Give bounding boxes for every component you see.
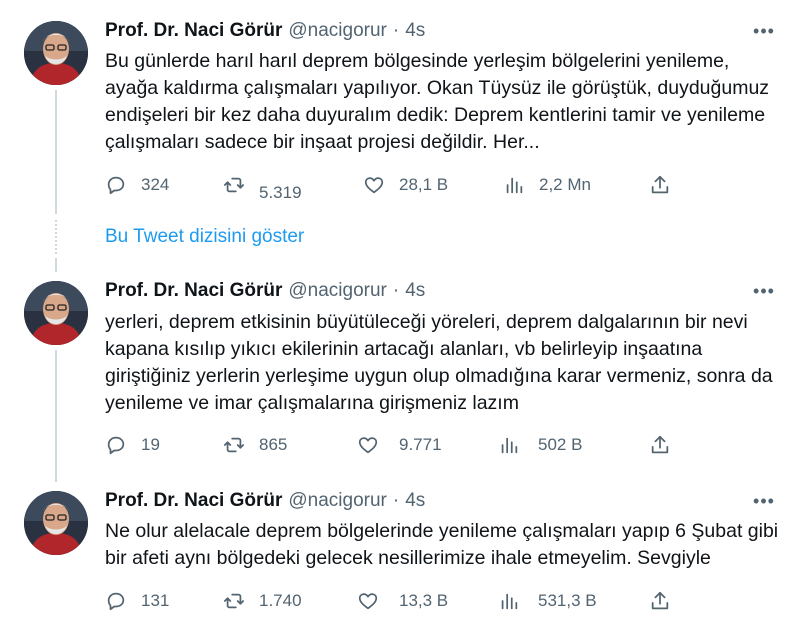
views-button[interactable]: 531,3 B bbox=[498, 589, 597, 613]
reply-count: 19 bbox=[141, 435, 160, 454]
author-name[interactable]: Prof. Dr. Naci Görür bbox=[105, 280, 282, 302]
views-icon bbox=[501, 437, 518, 454]
views-icon bbox=[506, 177, 523, 194]
thread-connector bbox=[55, 258, 57, 272]
share-icon bbox=[651, 435, 669, 454]
like-count: 13,3 B bbox=[399, 591, 449, 610]
views-count: 502 B bbox=[538, 435, 583, 454]
tweet-time[interactable]: 4s bbox=[405, 280, 425, 302]
author-handle[interactable]: @nacigorur bbox=[288, 20, 387, 42]
reply-button[interactable]: 131 bbox=[105, 589, 169, 613]
show-thread-link[interactable]: Bu Tweet dizisini göster bbox=[105, 226, 304, 248]
avatar[interactable] bbox=[24, 281, 88, 345]
tweet-time[interactable]: 4s bbox=[405, 490, 425, 512]
share-button[interactable] bbox=[649, 433, 671, 457]
views-button[interactable]: 2,2 Mn bbox=[503, 173, 591, 197]
like-icon bbox=[364, 177, 384, 194]
avatar[interactable] bbox=[24, 491, 88, 555]
tweet-text: Bu günlerde harıl harıl deprem bölgesind… bbox=[105, 50, 770, 153]
reply-button[interactable]: 324 bbox=[105, 173, 169, 197]
more-horizontal-icon[interactable]: ••• bbox=[750, 488, 778, 514]
tweet[interactable]: Prof. Dr. Naci Görür @nacigorur · 4s •••… bbox=[0, 18, 802, 218]
reply-button[interactable]: 19 bbox=[105, 433, 160, 457]
views-count: 531,3 B bbox=[538, 591, 597, 610]
retweet-icon bbox=[223, 177, 245, 193]
like-icon bbox=[358, 437, 378, 454]
reply-icon bbox=[107, 592, 125, 611]
reply-count: 324 bbox=[141, 175, 170, 194]
separator-dot: · bbox=[392, 20, 400, 41]
like-count: 28,1 B bbox=[399, 175, 449, 194]
tweet-header: Prof. Dr. Naci Görür @nacigorur · 4s bbox=[105, 278, 425, 304]
retweet-icon bbox=[223, 593, 245, 609]
more-horizontal-icon[interactable]: ••• bbox=[750, 278, 778, 304]
like-button[interactable]: 28,1 B bbox=[363, 173, 448, 197]
like-icon bbox=[358, 593, 378, 610]
like-count: 9.771 bbox=[399, 435, 442, 454]
reply-icon bbox=[107, 436, 125, 455]
retweet-button[interactable]: 5.319 bbox=[223, 173, 302, 202]
avatar[interactable] bbox=[24, 21, 88, 85]
retweet-icon bbox=[223, 437, 245, 453]
reply-count: 131 bbox=[141, 591, 170, 610]
like-button[interactable]: 9.771 bbox=[357, 433, 442, 457]
tweet[interactable]: Prof. Dr. Naci Görür @nacigorur · 4s •••… bbox=[0, 488, 802, 628]
author-handle[interactable]: @nacigorur bbox=[288, 280, 387, 302]
separator-dot: · bbox=[392, 490, 400, 511]
separator-dot: · bbox=[392, 280, 400, 301]
share-icon bbox=[651, 591, 669, 610]
tweet-actions: 324 5.319 28,1 B 2,2 Mn bbox=[105, 173, 685, 202]
views-icon bbox=[501, 593, 518, 610]
like-button[interactable]: 13,3 B bbox=[357, 589, 448, 613]
reply-icon bbox=[107, 176, 125, 195]
tweet[interactable]: Prof. Dr. Naci Görür @nacigorur · 4s •••… bbox=[0, 278, 802, 473]
retweet-button[interactable]: 865 bbox=[223, 433, 287, 457]
tweet-header: Prof. Dr. Naci Görür @nacigorur · 4s bbox=[105, 488, 425, 514]
share-icon bbox=[651, 175, 669, 194]
views-button[interactable]: 502 B bbox=[498, 433, 582, 457]
share-button[interactable] bbox=[649, 589, 671, 613]
tweet-header: Prof. Dr. Naci Görür @nacigorur · 4s bbox=[105, 18, 425, 44]
tweet-actions: 19 865 9.771 502 B bbox=[105, 433, 685, 457]
tweet-actions: 131 1.740 13,3 B 531,3 B bbox=[105, 589, 685, 613]
author-handle[interactable]: @nacigorur bbox=[288, 490, 387, 512]
retweet-button[interactable]: 1.740 bbox=[223, 589, 302, 613]
tweet-text: yerleri, deprem etkisinin büyütüleceği y… bbox=[105, 311, 773, 414]
author-name[interactable]: Prof. Dr. Naci Görür bbox=[105, 20, 282, 42]
retweet-count: 5.319 bbox=[259, 183, 302, 202]
tweet-text: Ne olur alelacale deprem bölgelerinde ye… bbox=[105, 520, 779, 569]
thread-connector-gap bbox=[55, 220, 57, 254]
retweet-count: 1.740 bbox=[259, 591, 302, 610]
share-button[interactable] bbox=[649, 173, 671, 197]
retweet-count: 865 bbox=[259, 435, 288, 454]
views-count: 2,2 Mn bbox=[539, 175, 591, 194]
author-name[interactable]: Prof. Dr. Naci Görür bbox=[105, 490, 282, 512]
tweet-time[interactable]: 4s bbox=[405, 20, 425, 42]
more-horizontal-icon[interactable]: ••• bbox=[750, 18, 778, 44]
